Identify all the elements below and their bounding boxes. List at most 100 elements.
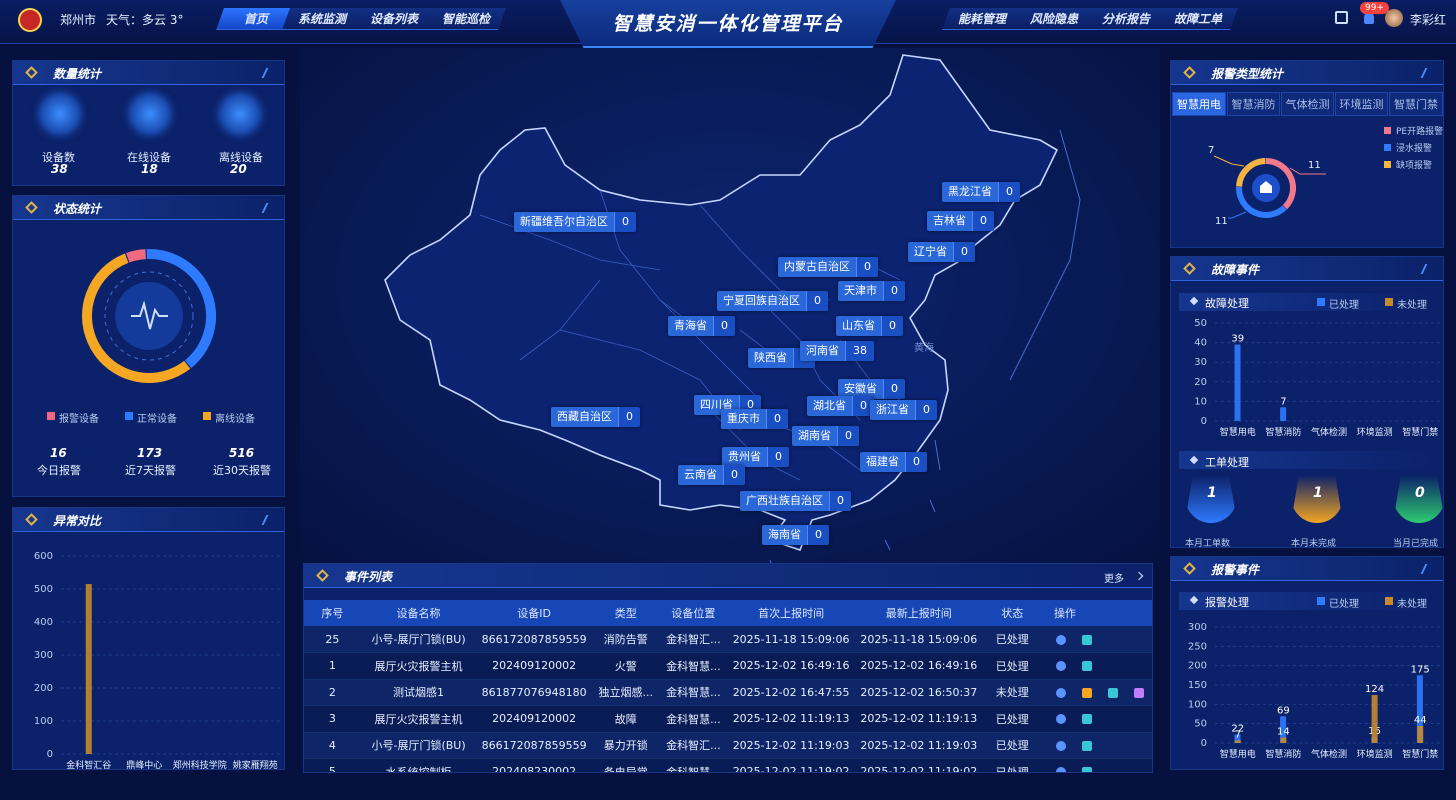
handle-icon[interactable] xyxy=(1081,740,1092,751)
nav-work-order[interactable]: 故障工单 xyxy=(1157,8,1239,30)
nav-risk[interactable]: 风险隐患 xyxy=(1013,8,1095,30)
province-tag[interactable]: 贵州省 0 xyxy=(722,447,789,467)
province-tag[interactable]: 宁夏回族自治区 0 xyxy=(717,291,828,311)
province-tag[interactable]: 黑龙江省 0 xyxy=(942,182,1020,202)
abnormal-title: 异常对比 xyxy=(53,514,102,528)
event-list-header: 事件列表 xyxy=(304,564,1152,588)
province-count: 0 xyxy=(767,447,789,467)
y-tick-label: 30 xyxy=(1194,357,1207,368)
province-count: 0 xyxy=(766,409,788,429)
legend-phase-loss xyxy=(1384,161,1391,168)
bar-value-label: 175 xyxy=(1411,664,1430,675)
province-tag[interactable]: 内蒙古自治区 0 xyxy=(778,257,878,277)
province-tag[interactable]: 湖南省 0 xyxy=(792,426,859,446)
province-tag[interactable]: 新疆维吾尔自治区 0 xyxy=(514,212,636,232)
flag-icon[interactable] xyxy=(1081,687,1092,698)
province-name: 福建省 xyxy=(860,452,905,472)
province-tag[interactable]: 西藏自治区 0 xyxy=(551,407,640,427)
province-tag[interactable]: 福建省 0 xyxy=(860,452,927,472)
bar xyxy=(1234,344,1241,421)
province-tag[interactable]: 山东省 0 xyxy=(836,316,903,336)
nav-report[interactable]: 分析报告 xyxy=(1085,8,1167,30)
nav-work-order-label: 故障工单 xyxy=(1173,12,1222,26)
province-count: 0 xyxy=(829,491,851,511)
table-row[interactable]: 4 小号-展厅门锁(BU) 866172087859559 暴力开锁 金科智汇... 20… xyxy=(304,732,1152,759)
view-icon[interactable] xyxy=(1055,634,1066,645)
y-tick-label: 0 xyxy=(1201,738,1207,749)
view-icon[interactable] xyxy=(1055,687,1066,698)
view-icon[interactable] xyxy=(1055,740,1066,751)
table-row[interactable]: 5 水系统控制柜 202408230002 备电异常 金科智慧... 2025-12-02… xyxy=(304,758,1152,772)
online-value: 18 xyxy=(141,162,158,176)
y-tick-label: 0 xyxy=(1201,416,1207,427)
cell-device-id: 202409120002 xyxy=(476,652,592,680)
province-tag[interactable]: 青海省 0 xyxy=(668,316,735,336)
slash-decor xyxy=(1420,264,1434,274)
province-tag[interactable]: 天津市 0 xyxy=(838,281,905,301)
sea-label: 黄海 xyxy=(914,343,934,354)
table-row[interactable]: 2 测试烟感1 861877076948180 独立烟感... 金科智慧... 2025-… xyxy=(304,679,1152,706)
col-index: 序号 xyxy=(304,600,361,626)
province-count: 0 xyxy=(883,379,905,399)
view-icon[interactable] xyxy=(1055,661,1066,672)
view-icon[interactable] xyxy=(1055,714,1066,725)
fullscreen-icon[interactable] xyxy=(1335,11,1348,24)
y-tick-label: 50 xyxy=(1194,719,1207,730)
pin-icon[interactable] xyxy=(1133,687,1144,698)
nav-system-monitor[interactable]: 系统监测 xyxy=(281,8,363,30)
tab-smart-power[interactable]: 智慧用电 xyxy=(1172,92,1226,116)
tab-environment[interactable]: 环境监测 xyxy=(1335,92,1388,116)
province-tag[interactable]: 辽宁省 0 xyxy=(908,242,975,262)
legend-offline-label: 离线设备 xyxy=(215,414,255,425)
cell-device-id: 866172087859559 xyxy=(476,626,592,653)
map-area[interactable]: 黄海 黑龙江省 0 吉林省 0 辽宁省 0 新疆维吾尔自治区 0 内蒙古自治区 0 天津市 0 宁夏回族… xyxy=(300,48,1160,563)
cell-device-id: 202409120002 xyxy=(476,705,592,733)
donut-label-11b: 11 xyxy=(1215,216,1228,227)
province-tag[interactable]: 河南省 38 xyxy=(800,341,874,361)
province-count: 0 xyxy=(713,316,735,336)
nav-energy[interactable]: 能耗管理 xyxy=(941,8,1023,30)
cell-index: 2 xyxy=(304,679,361,706)
handle-icon[interactable] xyxy=(1107,687,1118,698)
province-tag[interactable]: 海南省 0 xyxy=(762,525,829,545)
cell-status: 已处理 xyxy=(982,705,1042,733)
cell-device-id: 861877076948180 xyxy=(476,679,592,706)
cell-type: 故障 xyxy=(591,705,660,733)
province-tag[interactable]: 云南省 0 xyxy=(678,465,745,485)
handle-icon[interactable] xyxy=(1081,661,1092,672)
city-label[interactable]: 郑州市 xyxy=(60,11,96,28)
user-name[interactable]: 李彩红 xyxy=(1410,11,1446,28)
y-tick-label: 200 xyxy=(1188,661,1207,672)
province-tag[interactable]: 广西壮族自治区 0 xyxy=(740,491,851,511)
province-tag[interactable]: 湖北省 0 xyxy=(807,396,874,416)
more-link[interactable]: 更多 xyxy=(1104,570,1124,585)
event-table: 序号 设备名称 设备ID 类型 设备位置 首次上报时间 最新上报时间 状态 操作… xyxy=(304,600,1152,772)
handle-icon[interactable] xyxy=(1081,714,1092,725)
offline-value: 20 xyxy=(230,162,247,176)
tab-gas[interactable]: 气体检测 xyxy=(1281,92,1334,116)
province-tag[interactable]: 吉林省 0 xyxy=(927,211,994,231)
tab-smart-fire[interactable]: 智慧消防 xyxy=(1227,92,1280,116)
province-tag[interactable]: 重庆市 0 xyxy=(721,409,788,429)
cell-device-name: 水系统控制柜 xyxy=(360,758,477,772)
tab-access[interactable]: 智慧门禁 xyxy=(1389,92,1443,116)
nav-device-list[interactable]: 设备列表 xyxy=(353,8,435,30)
x-tick-label: 智慧门禁 xyxy=(1402,426,1438,438)
avatar[interactable] xyxy=(1385,9,1403,27)
province-name: 广西壮族自治区 xyxy=(740,491,829,511)
status-title: 状态统计 xyxy=(53,202,102,216)
handle-icon[interactable] xyxy=(1081,767,1092,772)
table-row[interactable]: 3 展厅火灾报警主机 202409120002 故障 金科智慧... 2025-12-02… xyxy=(304,705,1152,733)
province-tag[interactable]: 浙江省 0 xyxy=(870,400,937,420)
table-row[interactable]: 25 小号-展厅门锁(BU) 866172087859559 消防告警 金科智汇... 2… xyxy=(304,626,1152,653)
alarm-event-panel: 报警事件 报警处理 已处理 未处理 0 50 100 150 200 250 300 智慧用电… xyxy=(1170,556,1444,770)
nav-inspection[interactable]: 智能巡检 xyxy=(425,8,507,30)
view-icon[interactable] xyxy=(1055,767,1066,772)
table-row[interactable]: 1 展厅火灾报警主机 202409120002 火警 金科智慧... 2025-12-02… xyxy=(304,652,1152,680)
y-tick-label: 300 xyxy=(1188,622,1207,633)
stats-header: 数量统计 xyxy=(13,61,284,85)
y-tick-label: 40 xyxy=(1194,338,1207,349)
today-alarm-label: 今日报警 xyxy=(37,464,81,477)
alarm-legend-done-label: 已处理 xyxy=(1329,599,1359,610)
handle-icon[interactable] xyxy=(1081,634,1092,645)
